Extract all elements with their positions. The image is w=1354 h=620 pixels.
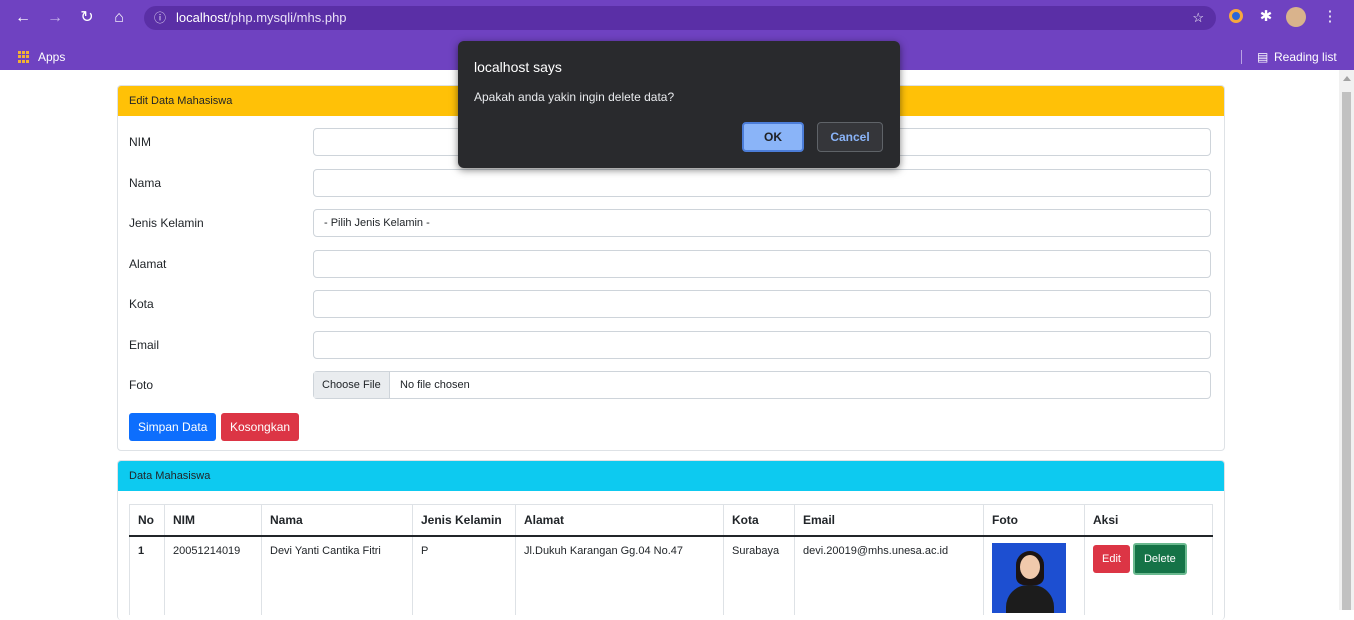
- student-photo: [992, 543, 1066, 613]
- table-row: 1 20051214019 Devi Yanti Cantika Fitri P…: [129, 536, 1213, 615]
- confirm-dialog: localhost says Apakah anda yakin ingin d…: [458, 41, 900, 168]
- simpan-data-button[interactable]: Simpan Data: [129, 413, 217, 441]
- cell-jenis-kelamin: P: [412, 536, 516, 615]
- cell-alamat: Jl.Dukuh Karangan Gg.04 No.47: [515, 536, 724, 615]
- alamat-row: Alamat: [129, 250, 1213, 278]
- address-bar[interactable]: ⓘ localhost/php.mysqli/mhs.php ☆: [144, 6, 1216, 30]
- opera-extension-icon[interactable]: [1229, 9, 1243, 23]
- url-host: localhost: [176, 10, 228, 25]
- column-header-alamat: Alamat: [515, 504, 724, 537]
- column-header-kota: Kota: [723, 504, 795, 537]
- kota-label: Kota: [129, 297, 154, 311]
- jenis-kelamin-label: Jenis Kelamin: [129, 216, 204, 230]
- menu-dots-icon[interactable]: ⋮: [1320, 7, 1340, 27]
- extensions-puzzle-icon[interactable]: ✱: [1256, 7, 1276, 27]
- nama-input[interactable]: [313, 169, 1211, 197]
- site-info-icon[interactable]: ⓘ: [154, 6, 166, 30]
- cell-no: 1: [129, 536, 165, 615]
- cell-foto: [983, 536, 1085, 615]
- dialog-ok-button[interactable]: OK: [742, 122, 804, 152]
- bookmarks-divider: [1241, 50, 1242, 64]
- email-row: Email: [129, 331, 1213, 359]
- data-card-title: Data Mahasiswa: [118, 461, 1224, 491]
- scroll-thumb[interactable]: [1342, 92, 1351, 610]
- column-header-no: No: [129, 504, 165, 537]
- nim-label: NIM: [129, 135, 151, 149]
- mahasiswa-table: No NIM Nama Jenis Kelamin Alamat Kota Em…: [129, 504, 1213, 615]
- column-header-jenis-kelamin: Jenis Kelamin: [412, 504, 516, 537]
- url-path: /php.mysqli/mhs.php: [227, 10, 347, 25]
- back-arrow-icon[interactable]: ←: [12, 7, 34, 29]
- apps-grid-icon[interactable]: [18, 51, 30, 63]
- foto-file-input[interactable]: Choose File No file chosen: [313, 371, 1211, 399]
- nama-row: Nama: [129, 169, 1213, 197]
- alamat-input[interactable]: [313, 250, 1211, 278]
- table-header-row: No NIM Nama Jenis Kelamin Alamat Kota Em…: [129, 504, 1213, 537]
- jenis-kelamin-select[interactable]: - Pilih Jenis Kelamin -: [313, 209, 1211, 237]
- cell-email: devi.20019@mhs.unesa.ac.id: [794, 536, 984, 615]
- column-header-foto: Foto: [983, 504, 1085, 537]
- cell-nim: 20051214019: [164, 536, 262, 615]
- reload-icon[interactable]: ↻: [76, 7, 98, 29]
- dialog-message: Apakah anda yakin ingin delete data?: [474, 90, 675, 104]
- kota-input[interactable]: [313, 290, 1211, 318]
- file-status-text: No file chosen: [400, 379, 470, 391]
- nama-label: Nama: [129, 176, 162, 190]
- apps-bookmark[interactable]: Apps: [38, 50, 65, 64]
- jenis-kelamin-row: Jenis Kelamin - Pilih Jenis Kelamin -: [129, 209, 1213, 237]
- choose-file-button[interactable]: Choose File: [314, 372, 390, 398]
- bookmark-star-icon[interactable]: ☆: [1192, 6, 1204, 30]
- kosongkan-button[interactable]: Kosongkan: [221, 413, 300, 441]
- cell-nama: Devi Yanti Cantika Fitri: [261, 536, 413, 615]
- browser-toolbar: ← → ↻ ⌂ ⓘ localhost/php.mysqli/mhs.php ☆…: [0, 0, 1354, 44]
- reading-list-icon[interactable]: ▤: [1257, 50, 1268, 64]
- reading-list-button[interactable]: Reading list: [1274, 50, 1337, 64]
- edit-row-button[interactable]: Edit: [1093, 545, 1130, 573]
- photo-face: [1020, 555, 1040, 579]
- column-header-nim: NIM: [164, 504, 262, 537]
- foto-label: Foto: [129, 378, 154, 392]
- column-header-nama: Nama: [261, 504, 413, 537]
- email-input[interactable]: [313, 331, 1211, 359]
- page-scrollbar[interactable]: [1339, 70, 1354, 610]
- column-header-aksi: Aksi: [1084, 504, 1213, 537]
- column-header-email: Email: [794, 504, 984, 537]
- scroll-up-arrow-icon[interactable]: [1343, 76, 1351, 81]
- email-label: Email: [129, 338, 160, 352]
- delete-row-button[interactable]: Delete: [1132, 543, 1187, 575]
- kota-row: Kota: [129, 290, 1213, 318]
- photo-body: [1006, 585, 1054, 613]
- address-url: localhost/php.mysqli/mhs.php: [176, 6, 347, 30]
- home-icon[interactable]: ⌂: [108, 7, 130, 29]
- forward-arrow-icon[interactable]: →: [44, 7, 66, 29]
- foto-row: Foto Choose File No file chosen: [129, 371, 1213, 399]
- alamat-label: Alamat: [129, 257, 167, 271]
- dialog-title: localhost says: [474, 59, 562, 75]
- data-mahasiswa-card: Data Mahasiswa No NIM Nama Jenis Kelamin…: [117, 460, 1225, 620]
- cell-kota: Surabaya: [723, 536, 795, 615]
- cell-aksi: Edit Delete: [1084, 536, 1213, 615]
- dialog-cancel-button[interactable]: Cancel: [817, 122, 883, 152]
- profile-avatar-icon[interactable]: [1286, 7, 1306, 27]
